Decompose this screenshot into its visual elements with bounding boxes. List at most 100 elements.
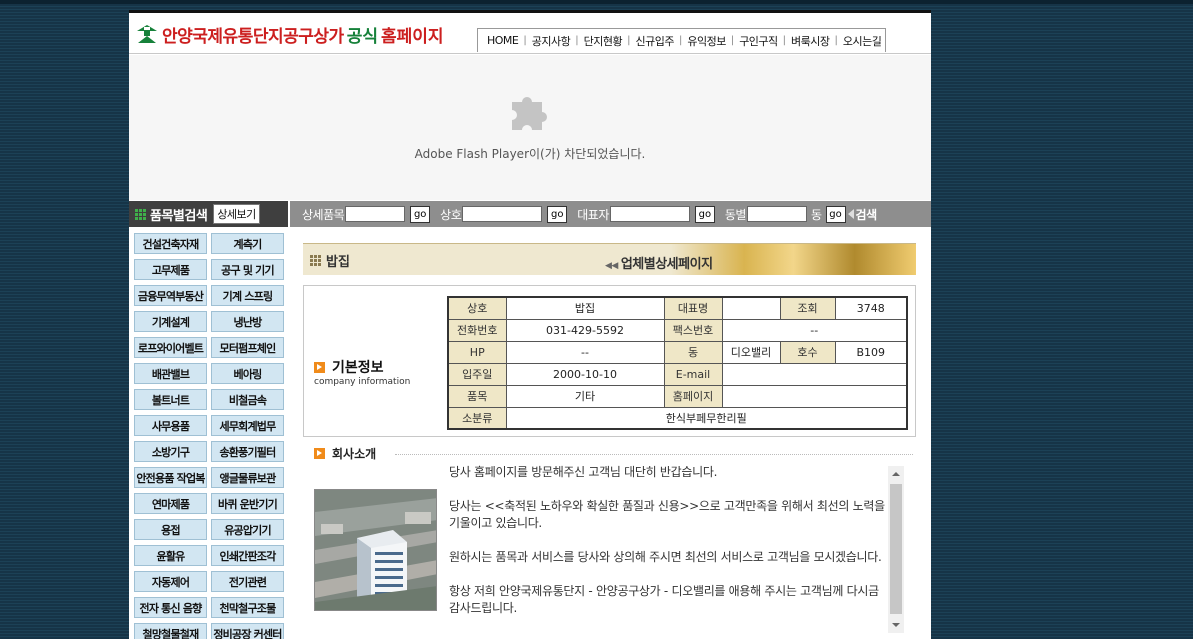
category-item[interactable]: 건설건축자재 — [134, 233, 207, 254]
label-cell: 조회 — [779, 296, 836, 320]
category-item[interactable]: 천막철구조물 — [211, 597, 284, 618]
basic-info-box: 기본정보 company information 상호 밥집 대표명 조회 37… — [303, 285, 916, 437]
item-search-input[interactable] — [345, 206, 406, 222]
value-cell: 2000-10-10 — [505, 362, 665, 386]
nav-separator: | — [834, 35, 838, 46]
top-strip — [0, 0, 1193, 4]
label-cell: 대표명 — [663, 296, 723, 320]
building-search-input[interactable] — [746, 206, 807, 222]
company-search-label: 상호 — [440, 207, 462, 222]
value-cell: 기타 — [505, 384, 665, 408]
dotted-divider — [395, 454, 913, 455]
category-item[interactable]: 안전용품 작업복 — [134, 467, 207, 488]
company-intro-title: 회사소개 — [332, 447, 377, 461]
company-search-go-button[interactable]: go — [547, 205, 568, 223]
company-name-title: 밥집 — [326, 255, 350, 270]
category-search-title: 품목별검색 — [150, 208, 208, 224]
double-arrow-icon: ◀◀ — [605, 261, 618, 271]
category-item[interactable]: 철망철물철재 — [134, 623, 207, 639]
ceo-search-label: 대표자 — [577, 207, 609, 222]
logo-text-official: 공식 — [346, 26, 378, 47]
category-item[interactable]: 전기관련 — [211, 571, 284, 592]
category-item[interactable]: 바퀴 운반기기 — [211, 493, 284, 514]
category-item[interactable]: 기계 스프링 — [211, 285, 284, 306]
ceo-search-input[interactable] — [609, 206, 690, 222]
intro-scrollbar[interactable] — [888, 466, 904, 633]
category-item[interactable]: 사무용품 — [134, 415, 207, 436]
ceo-search-go-button[interactable]: go — [694, 205, 715, 223]
label-cell: E-mail — [663, 362, 723, 386]
intro-paragraph: 당사는 <<축적된 노하우와 확실한 품질과 신용>>으로 고객만족을 위해서 … — [449, 499, 885, 530]
category-item[interactable]: 금융무역부동산 — [134, 285, 207, 306]
detail-view-button[interactable]: 상세보기 — [213, 204, 260, 224]
category-item[interactable]: 전자 통신 음향 — [134, 597, 207, 618]
building-search-go-button[interactable]: go — [825, 205, 846, 223]
category-item[interactable]: 윤활유 — [134, 545, 207, 566]
logo-text: 안양국제유통단지공구상가 — [162, 26, 344, 47]
category-item[interactable]: 용접 — [134, 519, 207, 540]
category-item[interactable]: 볼트너트 — [134, 389, 207, 410]
scroll-up-button[interactable] — [888, 466, 904, 482]
nav-directions[interactable]: 오시는길 — [843, 33, 882, 49]
category-item[interactable]: 계측기 — [211, 233, 284, 254]
table-row: 입주일 2000-10-10 E-mail — [447, 362, 908, 386]
nav-separator: | — [730, 35, 735, 46]
label-cell: 전화번호 — [447, 318, 507, 342]
category-item[interactable]: 정비공장 커센터 — [211, 623, 284, 639]
table-row: 소분류 한식부페무한리필 — [447, 406, 908, 430]
nav-home[interactable]: HOME — [487, 34, 519, 47]
category-item[interactable]: 송환풍기필터 — [211, 441, 284, 462]
category-item[interactable]: 유공압기기 — [211, 519, 284, 540]
value-cell: 031-429-5592 — [505, 318, 665, 342]
category-list: 건설건축자재 계측기 고무제품 공구 및 기기 금융무역부동산 기계 스프링 기… — [134, 233, 284, 639]
category-item[interactable]: 세무회계법무 — [211, 415, 284, 436]
scroll-down-button[interactable] — [888, 617, 904, 633]
category-item[interactable]: 고무제품 — [134, 259, 207, 280]
value-cell[interactable] — [721, 384, 908, 408]
nav-new-tenants[interactable]: 신규입주 — [635, 33, 674, 49]
nav-flea-market[interactable]: 벼룩시장 — [791, 33, 830, 49]
arrow-down-icon — [892, 623, 900, 627]
building-illustration — [315, 490, 436, 610]
page-container: 안양국제유통단지공구상가 공식 홈페이지 HOME | 공지사항 | 단지현황 … — [129, 10, 931, 639]
main-nav: HOME | 공지사항 | 단지현황 | 신규입주 | 유익정보 | 구인구직 … — [477, 28, 887, 52]
plugin-puzzle-icon — [512, 97, 547, 130]
value-cell: B109 — [834, 340, 908, 364]
category-item[interactable]: 베아링 — [211, 363, 284, 384]
nav-notice[interactable]: 공지사항 — [532, 33, 571, 49]
category-item[interactable]: 연마제품 — [134, 493, 207, 514]
flash-blocked-area[interactable]: Adobe Flash Player이(가) 차단되었습니다. — [129, 55, 931, 200]
category-item[interactable]: 인쇄간판조각 — [211, 545, 284, 566]
table-row: 전화번호 031-429-5592 팩스번호 -- — [447, 318, 908, 342]
nav-complex-status[interactable]: 단지현황 — [584, 33, 623, 49]
scroll-thumb[interactable] — [890, 484, 902, 614]
category-item[interactable]: 소방기구 — [134, 441, 207, 462]
label-cell: 홈페이지 — [663, 384, 723, 408]
intro-paragraph: 당사 홈페이지를 방문해주신 고객님 대단히 반갑습니다. — [449, 465, 718, 479]
basic-info-heading: 기본정보 — [314, 357, 384, 377]
category-item[interactable]: 배관밸브 — [134, 363, 207, 384]
category-item[interactable]: 자동제어 — [134, 571, 207, 592]
category-item[interactable]: 공구 및 기기 — [211, 259, 284, 280]
company-title-bar: 밥집 ◀◀ 업체별상세페이지 — [303, 243, 916, 275]
nav-useful-info[interactable]: 유익정보 — [687, 33, 726, 49]
value-cell[interactable] — [721, 362, 908, 386]
category-item[interactable]: 앵글물류보관 — [211, 467, 284, 488]
table-row: HP -- 동 디오밸리 호수 B109 — [447, 340, 908, 364]
nav-jobs[interactable]: 구인구직 — [739, 33, 778, 49]
category-item[interactable]: 모터펌프체인 — [211, 337, 284, 358]
category-item[interactable]: 로프와이어벨트 — [134, 337, 207, 358]
value-cell: 디오밸리 — [721, 340, 781, 364]
table-row: 품목 기타 홈페이지 — [447, 384, 908, 408]
site-logo[interactable]: 안양국제유통단지공구상가 공식 홈페이지 — [136, 22, 444, 47]
category-item[interactable]: 기계설계 — [134, 311, 207, 332]
category-item[interactable]: 비철금속 — [211, 389, 284, 410]
intro-paragraph: 항상 저희 안양국제유통단지 - 안양공구상가 - 디오밸리를 애용해 주시는 … — [449, 584, 879, 615]
search-label[interactable]: 검색 — [856, 206, 878, 223]
item-search-go-button[interactable]: go — [410, 205, 431, 223]
basic-info-title: 기본정보 — [332, 360, 384, 376]
value-cell: -- — [721, 318, 908, 342]
company-search-input[interactable] — [462, 206, 543, 222]
category-item[interactable]: 냉난방 — [211, 311, 284, 332]
intro-paragraph: 원하시는 품목과 서비스를 당사와 상의해 주시면 최선의 서비스로 고객님을 … — [449, 550, 882, 564]
